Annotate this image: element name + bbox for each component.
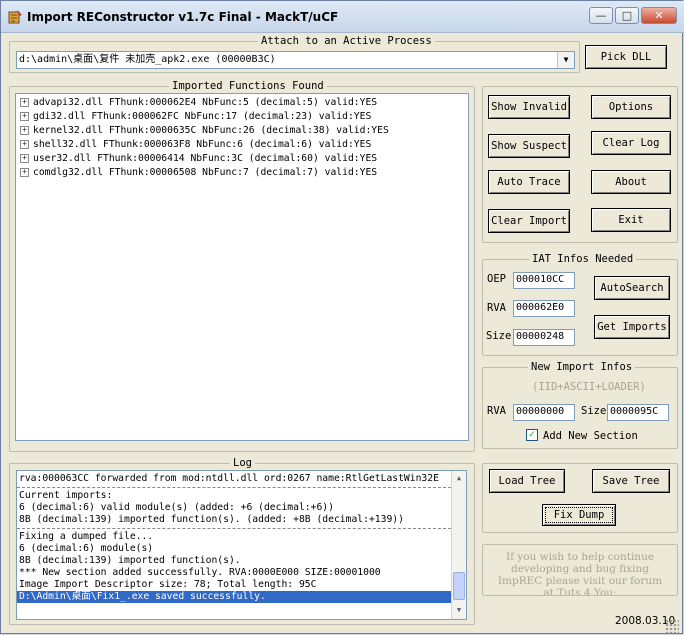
scroll-down-icon[interactable]: ▼ — [454, 605, 464, 615]
minimize-button[interactable]: — — [589, 7, 613, 24]
maximize-button[interactable]: □ — [615, 7, 639, 24]
title-bar[interactable]: Import REConstructor v1.7c Final - MackT… — [1, 1, 684, 33]
info-line: ImpREC please visit our forum — [497, 575, 663, 587]
load-tree-button[interactable]: Load Tree — [489, 469, 565, 493]
expand-icon[interactable]: + — [20, 153, 29, 163]
log-line[interactable]: 8B (decimal:139) imported function(s). (… — [17, 514, 451, 526]
log-line[interactable]: D:\Admin\桌面\Fix1_.exe saved successfully… — [17, 591, 451, 603]
app-icon — [8, 10, 22, 24]
process-select[interactable]: d:\admin\桌面\复件 未加壳_apk2.exe (00000B3C) — [16, 51, 575, 69]
about-button[interactable]: About — [591, 170, 671, 194]
log-line[interactable]: 6 (decimal:6) module(s) — [17, 543, 451, 555]
clear-import-button[interactable]: Clear Import — [488, 209, 570, 233]
size-label: Size — [486, 330, 512, 342]
show-suspect-button[interactable]: Show Suspect — [488, 134, 570, 158]
close-button[interactable]: ✕ — [641, 7, 677, 24]
attach-group-title: Attach to an Active Process — [258, 35, 435, 47]
iat-group — [482, 259, 678, 356]
tree-row[interactable]: + kernel32.dll FThunk:0000635C NbFunc:26 … — [16, 124, 468, 138]
tree-row[interactable]: + comdlg32.dll FThunk:00006508 NbFunc:7 (… — [16, 166, 468, 180]
show-invalid-button[interactable]: Show Invalid — [488, 95, 570, 119]
log-separator — [17, 487, 451, 488]
imports-group-title: Imported Functions Found — [169, 80, 327, 92]
new-size-label: Size — [581, 405, 607, 417]
autosearch-button[interactable]: AutoSearch — [594, 276, 670, 300]
log-line[interactable]: *** New section added successfully. RVA:… — [17, 567, 451, 579]
new-rva-field[interactable]: 00000000 — [513, 404, 575, 421]
iat-group-title: IAT Infos Needed — [529, 253, 637, 265]
info-panel: If you wish to help continue developing … — [482, 544, 678, 596]
get-imports-button[interactable]: Get Imports — [594, 315, 670, 339]
new-rva-label: RVA — [487, 405, 506, 417]
auto-trace-button[interactable]: Auto Trace — [488, 170, 570, 194]
add-section-label: Add New Section — [543, 430, 638, 442]
tree-row[interactable]: + advapi32.dll FThunk:000062E4 NbFunc:5 (… — [16, 96, 468, 110]
info-line: developing and bug fixing — [510, 563, 650, 575]
log-list[interactable]: rva:000063CC forwarded from mod:ntdll.dl… — [16, 470, 467, 620]
resize-grip[interactable] — [665, 619, 679, 633]
log-separator — [17, 528, 451, 529]
chevron-down-icon[interactable]: ▼ — [557, 52, 574, 68]
log-line[interactable]: 8B (decimal:139) imported function(s). — [17, 555, 451, 567]
oep-label: OEP — [487, 273, 506, 285]
scroll-thumb[interactable] — [453, 572, 465, 600]
save-tree-button[interactable]: Save Tree — [592, 469, 670, 493]
new-import-subtitle: (IID+ASCII+LOADER) — [532, 381, 646, 393]
pick-dll-button[interactable]: Pick DLL — [585, 45, 667, 69]
process-select-value: d:\admin\桌面\复件 未加壳_apk2.exe (00000B3C) — [19, 54, 276, 65]
clear-log-button[interactable]: Clear Log — [591, 131, 671, 155]
expand-icon[interactable]: + — [20, 139, 29, 149]
imports-tree[interactable]: + advapi32.dll FThunk:000062E4 NbFunc:5 (… — [15, 93, 469, 441]
rva-label: RVA — [487, 302, 506, 314]
window-title: Import REConstructor v1.7c Final - MackT… — [27, 10, 339, 24]
size-field[interactable]: 00000248 — [513, 329, 575, 346]
log-line[interactable]: 6 (decimal:6) valid module(s) (added: +6… — [17, 502, 451, 514]
add-section-checkbox[interactable]: ✓ — [526, 429, 538, 441]
expand-icon[interactable]: + — [20, 167, 29, 177]
expand-icon[interactable]: + — [20, 111, 29, 121]
log-line[interactable]: rva:000063CC forwarded from mod:ntdll.dl… — [17, 473, 451, 485]
main-window: Import REConstructor v1.7c Final - MackT… — [0, 0, 684, 634]
new-import-group-title: New Import Infos — [528, 361, 636, 373]
log-line[interactable]: Image Import Descriptor size: 78; Total … — [17, 579, 451, 591]
info-line: If you wish to help continue — [505, 551, 655, 563]
tree-row[interactable]: + shell32.dll FThunk:000063F8 NbFunc:6 (d… — [16, 138, 468, 152]
log-line[interactable]: Fixing a dumped file... — [17, 531, 451, 543]
rva-field[interactable]: 000062E0 — [513, 300, 575, 317]
new-size-field[interactable]: 0000095C — [607, 404, 669, 421]
oep-field[interactable]: 000010CC — [513, 272, 575, 289]
scroll-up-icon[interactable]: ▲ — [454, 473, 464, 483]
log-group-title: Log — [230, 457, 255, 469]
tree-row[interactable]: + user32.dll FThunk:00006414 NbFunc:3C (d… — [16, 152, 468, 166]
info-line: at Tuts 4 You: — [543, 587, 617, 596]
options-button[interactable]: Options — [591, 95, 671, 119]
exit-button[interactable]: Exit — [591, 208, 671, 232]
log-scrollbar[interactable]: ▲ ▼ — [451, 471, 466, 619]
expand-icon[interactable]: + — [20, 97, 29, 107]
fix-dump-button[interactable]: Fix Dump — [542, 504, 616, 526]
log-line[interactable]: Current imports: — [17, 490, 451, 502]
tree-row[interactable]: + gdi32.dll FThunk:000062FC NbFunc:17 (de… — [16, 110, 468, 124]
expand-icon[interactable]: + — [20, 125, 29, 135]
